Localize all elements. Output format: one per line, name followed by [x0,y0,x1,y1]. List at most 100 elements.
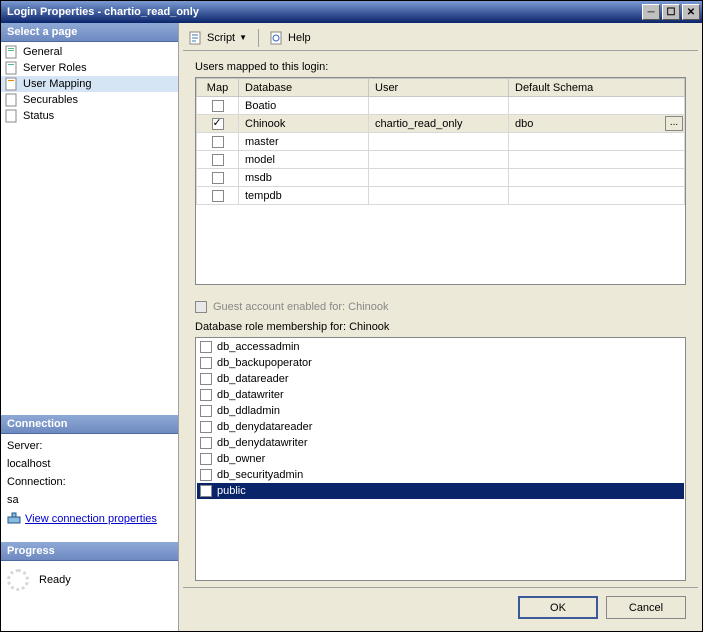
cell-database[interactable]: msdb [239,169,369,187]
role-item[interactable]: db_ddladmin [197,403,684,419]
map-checkbox[interactable] [212,154,224,166]
titlebar[interactable]: Login Properties - chartio_read_only ─ ☐… [1,1,702,23]
role-checkbox[interactable] [200,405,212,417]
cell-schema[interactable]: dbo... [509,115,685,133]
progress-block: Ready [1,561,178,631]
col-user[interactable]: User [369,79,509,97]
nav-status[interactable]: Status [1,108,178,124]
cell-user[interactable]: chartio_read_only [369,115,509,133]
cell-database[interactable]: tempdb [239,187,369,205]
cell-schema[interactable] [509,97,685,115]
table-row[interactable]: Boatio [197,97,685,115]
col-map[interactable]: Map [197,79,239,97]
nav-label: User Mapping [23,78,91,90]
map-checkbox[interactable] [212,190,224,202]
script-icon [189,31,203,45]
cell-schema[interactable] [509,151,685,169]
guest-account-row: Guest account enabled for: Chinook [195,301,686,313]
page-icon [5,61,19,75]
script-label: Script [207,32,235,44]
roles-label: Database role membership for: Chinook [195,321,686,333]
role-item[interactable]: db_denydatawriter [197,435,684,451]
connection-label: Connection: [7,476,172,488]
cell-user[interactable] [369,169,509,187]
cell-schema[interactable] [509,169,685,187]
progress-status: Ready [39,574,71,586]
view-connection-properties-link[interactable]: View connection properties [25,513,157,525]
user-mapping-grid[interactable]: Map Database User Default Schema BoatioC… [195,77,686,285]
minimize-button[interactable]: ─ [642,4,660,20]
role-name: db_securityadmin [217,469,303,481]
role-item[interactable]: db_datawriter [197,387,684,403]
ok-button[interactable]: OK [518,596,598,619]
role-item[interactable]: db_datareader [197,371,684,387]
nav-label: Securables [23,94,78,106]
role-item[interactable]: db_securityadmin [197,467,684,483]
cell-schema[interactable] [509,187,685,205]
cell-user[interactable] [369,187,509,205]
role-checkbox[interactable] [200,453,212,465]
page-nav-list: General Server Roles User Mapping Secura… [1,42,178,126]
cancel-button[interactable]: Cancel [606,596,686,619]
role-item[interactable]: db_denydatareader [197,419,684,435]
cell-database[interactable]: Chinook [239,115,369,133]
dialog-footer: OK Cancel [183,587,698,627]
role-checkbox[interactable] [200,341,212,353]
table-row[interactable]: model [197,151,685,169]
maximize-button[interactable]: ☐ [662,4,680,20]
cell-database[interactable]: master [239,133,369,151]
table-row[interactable]: tempdb [197,187,685,205]
server-value: localhost [7,458,172,470]
role-name: db_accessadmin [217,341,300,353]
role-checkbox[interactable] [200,389,212,401]
col-database[interactable]: Database [239,79,369,97]
table-row[interactable]: Chinookchartio_read_onlydbo... [197,115,685,133]
help-icon [270,31,284,45]
nav-label: General [23,46,62,58]
roles-listbox[interactable]: db_accessadmin db_backupoperatordb_datare… [195,337,686,581]
close-button[interactable]: ✕ [682,4,700,20]
nav-user-mapping[interactable]: User Mapping [1,76,178,92]
table-row[interactable]: master [197,133,685,151]
map-checkbox[interactable] [212,136,224,148]
nav-label: Status [23,110,54,122]
cell-user[interactable] [369,151,509,169]
role-checkbox[interactable] [200,357,212,369]
map-checkbox[interactable] [212,100,224,112]
map-checkbox[interactable] [212,172,224,184]
role-item[interactable]: public [197,483,684,499]
role-checkbox[interactable] [200,485,212,497]
page-icon [5,93,19,107]
users-mapped-label: Users mapped to this login: [195,61,686,73]
script-button[interactable]: Script ▼ [185,29,251,47]
nav-securables[interactable]: Securables [1,92,178,108]
nav-server-roles[interactable]: Server Roles [1,60,178,76]
guest-checkbox [195,301,207,313]
map-checkbox[interactable] [212,118,224,130]
role-item[interactable]: db_backupoperator [197,355,684,371]
left-pane: Select a page General Server Roles User … [1,23,179,631]
cell-schema[interactable] [509,133,685,151]
nav-general[interactable]: General [1,44,178,60]
help-label: Help [288,32,311,44]
role-name: db_denydatawriter [217,437,308,449]
cell-database[interactable]: Boatio [239,97,369,115]
table-row[interactable]: msdb [197,169,685,187]
connection-value: sa [7,494,172,506]
role-name: db_datawriter [217,389,284,401]
role-item[interactable]: db_owner [197,451,684,467]
role-checkbox[interactable] [200,373,212,385]
help-button[interactable]: Help [266,29,315,47]
connection-header: Connection [1,415,178,434]
role-checkbox[interactable] [200,421,212,433]
role-checkbox[interactable] [200,469,212,481]
cell-user[interactable] [369,97,509,115]
col-schema[interactable]: Default Schema [509,79,685,97]
login-properties-window: Login Properties - chartio_read_only ─ ☐… [0,0,703,632]
toolbar-separator [258,29,259,47]
role-checkbox[interactable] [200,437,212,449]
cell-user[interactable] [369,133,509,151]
cell-database[interactable]: model [239,151,369,169]
schema-browse-button[interactable]: ... [665,116,683,131]
role-item[interactable]: db_accessadmin [197,339,684,355]
